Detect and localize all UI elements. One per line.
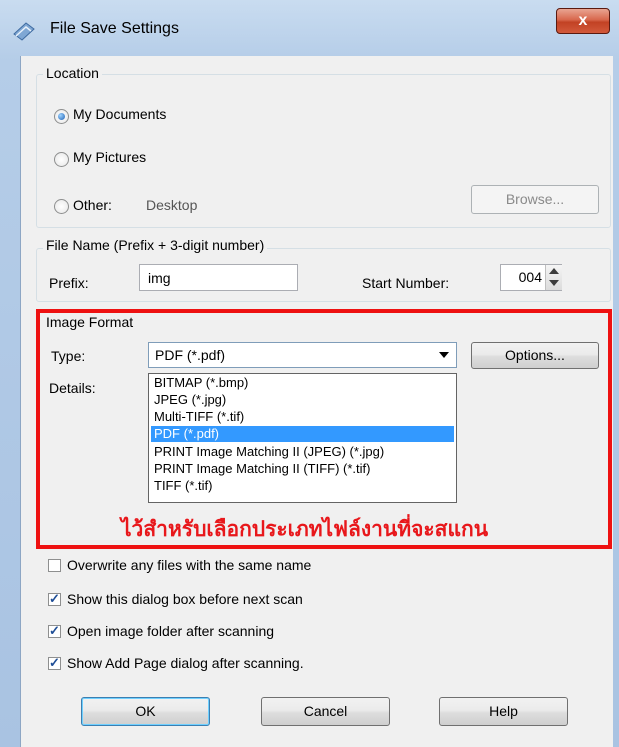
ok-button[interactable]: OK <box>81 697 210 726</box>
scanner-app-icon <box>13 22 35 41</box>
other-location-value: Desktop <box>146 197 198 213</box>
radio-selected-dot <box>58 113 65 120</box>
browse-button[interactable]: Browse... <box>471 185 599 214</box>
radio-label-my-documents: My Documents <box>73 106 167 122</box>
spin-down-icon[interactable] <box>549 280 559 286</box>
start-number-spin[interactable] <box>545 265 562 290</box>
checkbox-open-folder[interactable]: ✓ <box>48 623 61 638</box>
prefix-input[interactable] <box>139 264 298 291</box>
checkbox-label-show-dialog: Show this dialog box before next scan <box>67 591 303 607</box>
checkmark-icon: ✓ <box>49 623 60 638</box>
location-legend: Location <box>43 65 102 81</box>
close-button[interactable]: x <box>556 8 610 34</box>
cancel-button[interactable]: Cancel <box>261 697 390 726</box>
checkbox-show-dialog[interactable]: ✓ <box>48 591 61 606</box>
radio-my-documents[interactable] <box>54 109 69 124</box>
radio-label-other: Other: <box>73 197 112 213</box>
checkbox-label-add-page: Show Add Page dialog after scanning. <box>67 655 304 671</box>
help-button[interactable]: Help <box>439 697 568 726</box>
file-save-settings-window: File Save Settings x Location My Documen… <box>0 0 619 747</box>
checkbox-label-overwrite: Overwrite any files with the same name <box>67 557 312 573</box>
checkbox-overwrite[interactable] <box>48 559 61 572</box>
checkmark-icon: ✓ <box>49 655 60 670</box>
dialog-client-area: Location My Documents My Pictures Other:… <box>20 56 613 747</box>
checkbox-add-page[interactable]: ✓ <box>48 655 61 670</box>
window-title: File Save Settings <box>50 20 179 37</box>
radio-my-pictures[interactable] <box>54 152 69 167</box>
title-bar[interactable]: File Save Settings x <box>0 0 619 60</box>
checkmark-icon: ✓ <box>49 591 60 606</box>
prefix-label: Prefix: <box>49 275 89 291</box>
radio-other[interactable] <box>54 199 69 214</box>
checkbox-label-open-folder: Open image folder after scanning <box>67 623 275 639</box>
start-number-value: 004 <box>518 269 542 285</box>
spin-up-icon[interactable] <box>549 268 559 274</box>
annotation-text: ไว้สำหรับเลือกประเภทไฟล์งานที่จะสแกน <box>121 517 489 541</box>
start-number-label: Start Number: <box>362 275 450 291</box>
radio-label-my-pictures: My Pictures <box>73 149 147 165</box>
filename-legend: File Name (Prefix + 3-digit number) <box>43 237 268 253</box>
